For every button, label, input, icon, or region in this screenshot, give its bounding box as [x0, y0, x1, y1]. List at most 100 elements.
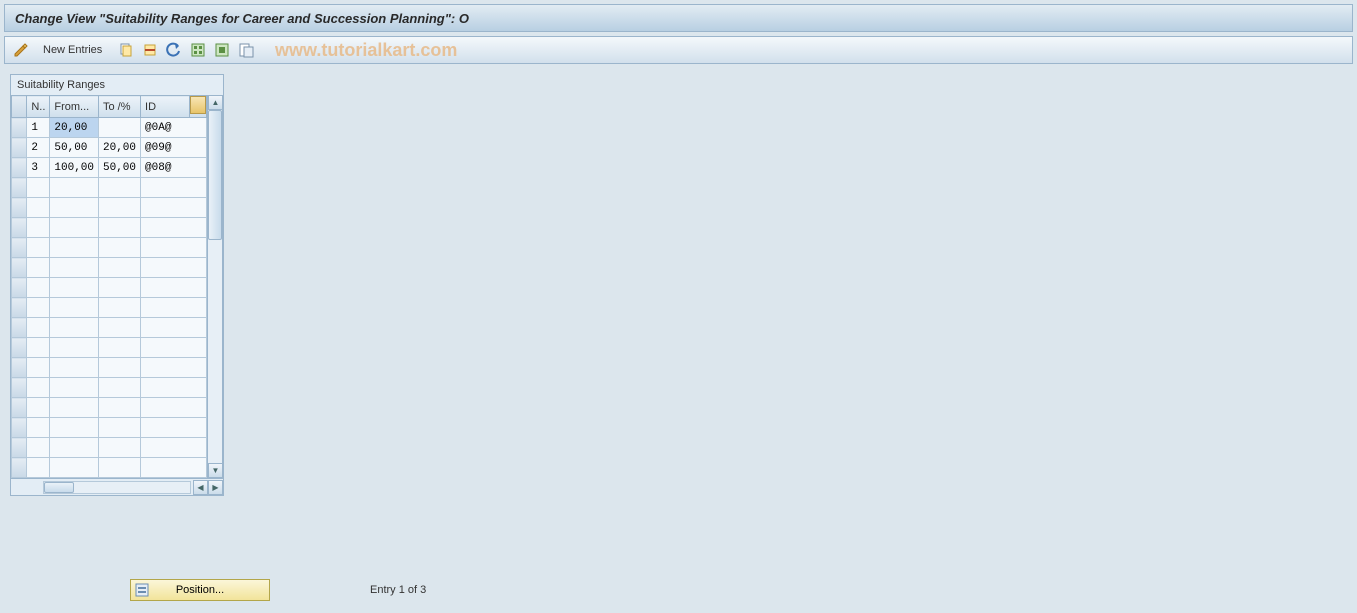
cell-to[interactable]: [99, 238, 141, 258]
row-selector[interactable]: [12, 138, 27, 158]
cell-from[interactable]: 50,00: [50, 138, 99, 158]
cell-id[interactable]: [141, 178, 207, 198]
cell-n[interactable]: 3: [27, 158, 50, 178]
row-selector[interactable]: [12, 418, 27, 438]
hscroll-track[interactable]: [43, 481, 191, 494]
cell-to[interactable]: [99, 358, 141, 378]
cell-id[interactable]: [141, 358, 207, 378]
cell-n[interactable]: [27, 298, 50, 318]
row-selector[interactable]: [12, 358, 27, 378]
cell-id[interactable]: [141, 438, 207, 458]
cell-id[interactable]: [141, 418, 207, 438]
cell-to[interactable]: [99, 298, 141, 318]
cell-id[interactable]: [141, 278, 207, 298]
row-selector[interactable]: [12, 398, 27, 418]
position-button[interactable]: Position...: [130, 579, 270, 601]
cell-n[interactable]: [27, 398, 50, 418]
edit-icon[interactable]: [11, 40, 31, 60]
cell-from[interactable]: [50, 178, 99, 198]
cell-from[interactable]: [50, 278, 99, 298]
cell-to[interactable]: 20,00: [99, 138, 141, 158]
row-selector[interactable]: [12, 318, 27, 338]
cell-from[interactable]: 100,00: [50, 158, 99, 178]
cell-from[interactable]: 20,00: [50, 118, 99, 138]
cell-to[interactable]: 50,00: [99, 158, 141, 178]
col-header-to[interactable]: To /%: [99, 96, 141, 118]
cell-n[interactable]: [27, 198, 50, 218]
cell-from[interactable]: [50, 238, 99, 258]
cell-from[interactable]: [50, 198, 99, 218]
cell-to[interactable]: [99, 398, 141, 418]
row-selector[interactable]: [12, 338, 27, 358]
scroll-left-icon[interactable]: ◀: [193, 480, 208, 495]
cell-from[interactable]: [50, 418, 99, 438]
cell-to[interactable]: [99, 378, 141, 398]
cell-to[interactable]: [99, 278, 141, 298]
row-selector[interactable]: [12, 278, 27, 298]
select-all-icon[interactable]: [188, 40, 208, 60]
cell-to[interactable]: [99, 118, 141, 138]
cell-from[interactable]: [50, 438, 99, 458]
cell-id[interactable]: @09@: [141, 138, 207, 158]
cell-to[interactable]: [99, 338, 141, 358]
cell-to[interactable]: [99, 438, 141, 458]
cell-id[interactable]: [141, 458, 207, 478]
col-header-from[interactable]: From...: [50, 96, 99, 118]
row-selector[interactable]: [12, 198, 27, 218]
hscroll-thumb[interactable]: [44, 482, 74, 493]
row-selector[interactable]: [12, 118, 27, 138]
configure-columns-button[interactable]: [189, 96, 206, 118]
cell-n[interactable]: [27, 318, 50, 338]
cell-to[interactable]: [99, 418, 141, 438]
cell-from[interactable]: [50, 258, 99, 278]
cell-from[interactable]: [50, 358, 99, 378]
cell-from[interactable]: [50, 398, 99, 418]
row-selector[interactable]: [12, 378, 27, 398]
cell-n[interactable]: [27, 458, 50, 478]
cell-from[interactable]: [50, 218, 99, 238]
cell-to[interactable]: [99, 458, 141, 478]
cell-n[interactable]: 1: [27, 118, 50, 138]
vscroll-thumb[interactable]: [208, 110, 222, 240]
cell-n[interactable]: 2: [27, 138, 50, 158]
scroll-down-icon[interactable]: ▼: [208, 463, 223, 478]
cell-id[interactable]: [141, 218, 207, 238]
row-selector-header[interactable]: [12, 96, 27, 118]
scroll-right-icon[interactable]: ▶: [208, 480, 223, 495]
cell-id[interactable]: @0A@: [141, 118, 207, 138]
cell-n[interactable]: [27, 338, 50, 358]
cell-to[interactable]: [99, 258, 141, 278]
cell-n[interactable]: [27, 278, 50, 298]
cell-n[interactable]: [27, 238, 50, 258]
col-header-id[interactable]: ID: [141, 96, 190, 118]
row-selector[interactable]: [12, 218, 27, 238]
cell-from[interactable]: [50, 318, 99, 338]
row-selector[interactable]: [12, 258, 27, 278]
scroll-up-icon[interactable]: ▲: [208, 95, 223, 110]
cell-n[interactable]: [27, 358, 50, 378]
row-selector[interactable]: [12, 438, 27, 458]
cell-id[interactable]: [141, 398, 207, 418]
cell-id[interactable]: [141, 318, 207, 338]
row-selector[interactable]: [12, 298, 27, 318]
undo-icon[interactable]: [164, 40, 184, 60]
cell-to[interactable]: [99, 198, 141, 218]
vertical-scrollbar[interactable]: ▲ ▼: [207, 95, 223, 478]
cell-n[interactable]: [27, 418, 50, 438]
cell-from[interactable]: [50, 338, 99, 358]
cell-id[interactable]: [141, 378, 207, 398]
new-entries-button[interactable]: New Entries: [35, 40, 110, 60]
cell-to[interactable]: [99, 218, 141, 238]
cell-from[interactable]: [50, 298, 99, 318]
cell-id[interactable]: [141, 338, 207, 358]
col-header-n[interactable]: N..: [27, 96, 50, 118]
cell-n[interactable]: [27, 178, 50, 198]
cell-id[interactable]: [141, 298, 207, 318]
cell-n[interactable]: [27, 438, 50, 458]
horizontal-scrollbar[interactable]: ◀ ▶: [41, 479, 223, 495]
copy-icon[interactable]: [116, 40, 136, 60]
cell-to[interactable]: [99, 178, 141, 198]
delete-icon[interactable]: [140, 40, 160, 60]
cell-id[interactable]: @08@: [141, 158, 207, 178]
select-block-icon[interactable]: [212, 40, 232, 60]
